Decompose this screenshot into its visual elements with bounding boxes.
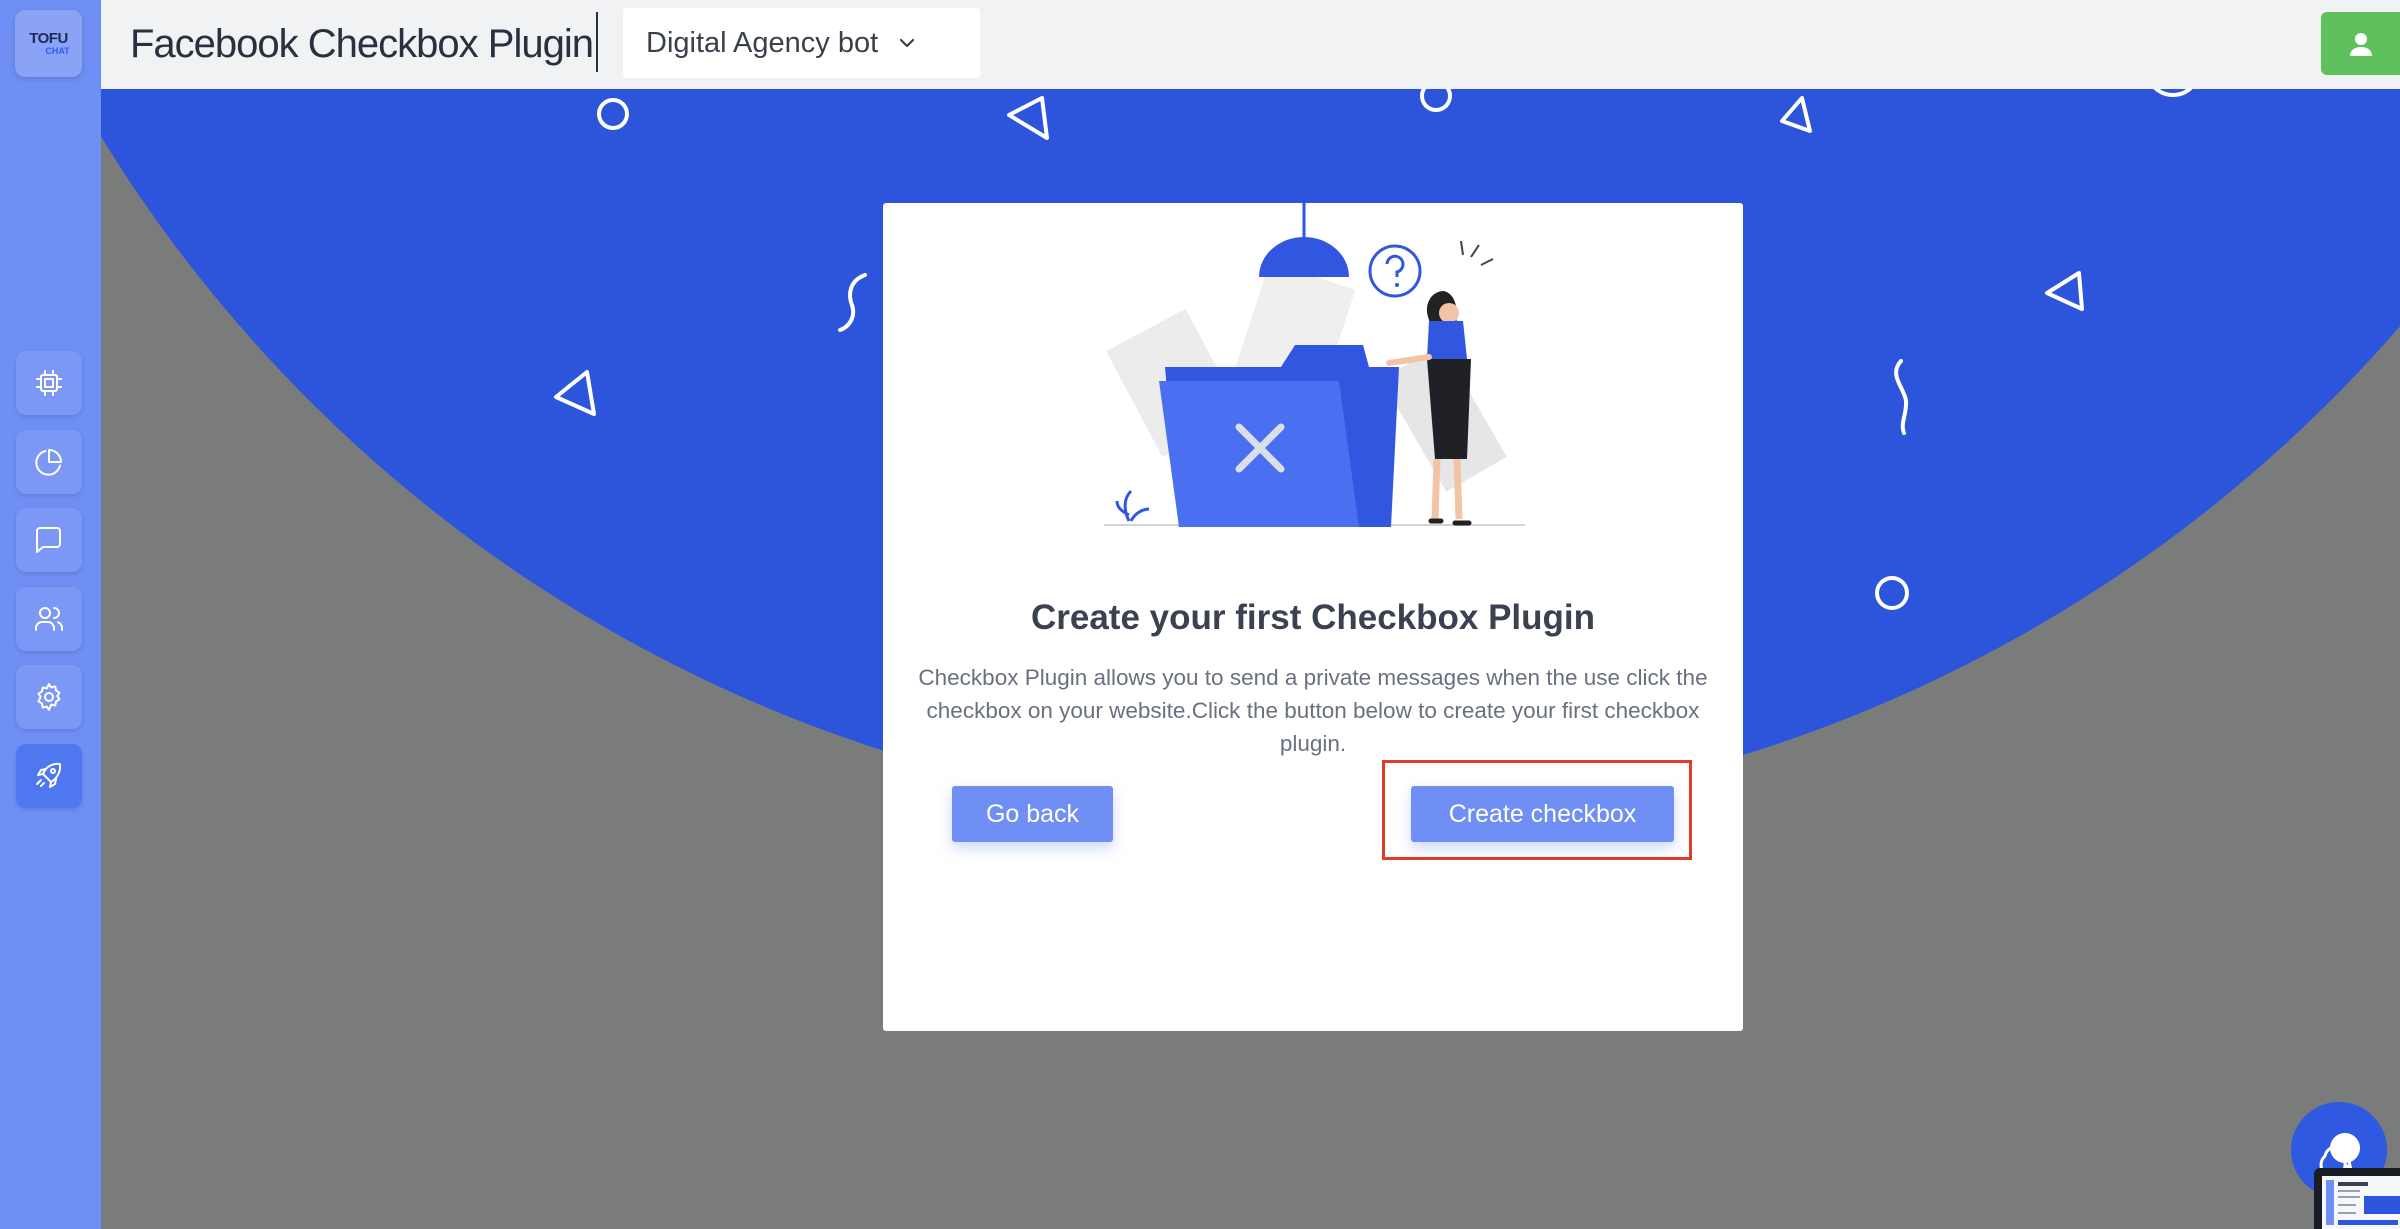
sidebar-item-messages[interactable] [16, 508, 82, 572]
app-logo[interactable]: TOFU CHAT [15, 10, 82, 77]
rocket-icon [36, 762, 62, 788]
empty-state-description: Checkbox Plugin allows you to send a pri… [918, 665, 1708, 756]
preview-thumbnail[interactable] [2314, 1168, 2400, 1229]
sidebar-item-settings[interactable] [16, 665, 82, 729]
bot-selector[interactable]: Digital Agency bot [623, 8, 980, 78]
chevron-down-icon [900, 38, 915, 48]
logo-text-bottom: CHAT [45, 45, 70, 56]
empty-folder-illustration [1104, 203, 1525, 527]
gear-icon [37, 683, 61, 711]
empty-state-title: Create your first Checkbox Plugin [1030, 598, 1596, 637]
sidebar-item-growth[interactable] [16, 744, 82, 808]
sidebar-item-analytics[interactable] [16, 430, 82, 494]
sidebar-item-users[interactable] [16, 587, 82, 651]
create-checkbox-button[interactable]: Create checkbox [1411, 786, 1674, 842]
preview-screen [2322, 1176, 2400, 1229]
chip-icon [36, 370, 62, 396]
empty-state-card: Create your first Checkbox Plugin Checkb… [883, 203, 1743, 1031]
users-icon [35, 607, 64, 631]
logo-text-top: TOFU [29, 29, 68, 47]
title-divider [596, 12, 598, 72]
user-icon [2349, 32, 2372, 56]
user-profile-button[interactable] [2321, 12, 2400, 75]
sidebar: TOFU CHAT [0, 0, 101, 1229]
preview-content-image [2326, 1180, 2400, 1225]
pie-chart-icon [35, 449, 62, 476]
go-back-button[interactable]: Go back [952, 786, 1113, 842]
message-icon [36, 527, 61, 553]
bot-selector-value: Digital Agency bot [646, 26, 879, 59]
page-title: Facebook Checkbox Plugin [130, 22, 594, 66]
sidebar-item-bots[interactable] [16, 351, 82, 415]
